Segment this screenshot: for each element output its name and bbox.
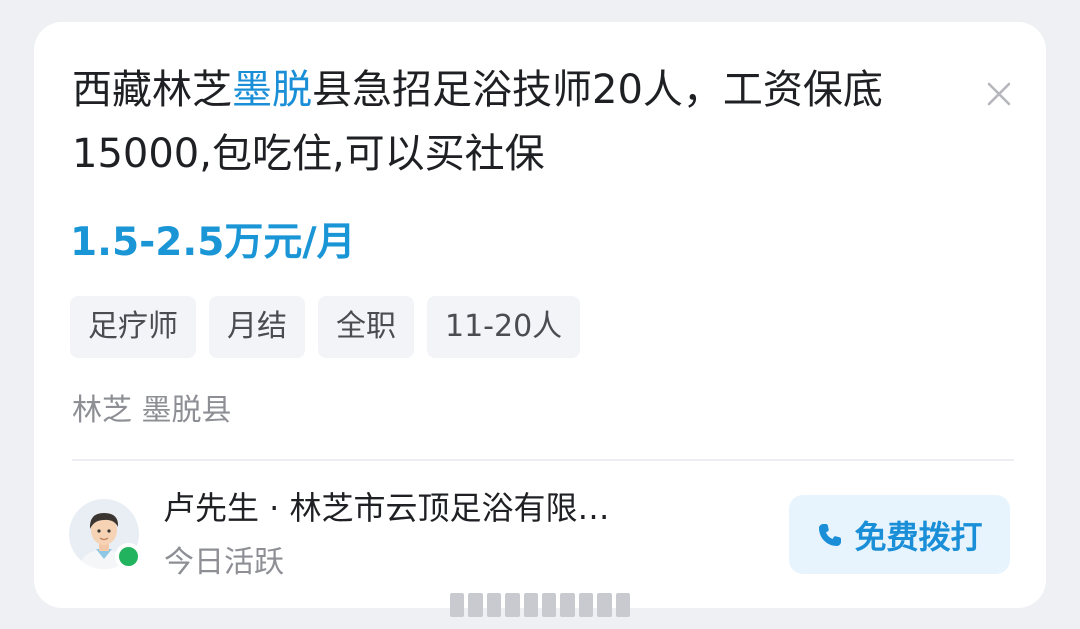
- scroll-indicator: [450, 593, 631, 617]
- free-call-label: 免费拨打: [854, 517, 983, 556]
- divider: [72, 459, 1014, 461]
- phone-icon: [819, 523, 842, 546]
- close-icon[interactable]: [984, 79, 1014, 109]
- free-call-button[interactable]: 免费拨打: [789, 495, 1010, 574]
- tag-headcount: 11-20人: [427, 296, 581, 358]
- job-title: 西藏林芝墨脱县急招足浴技师20人，工资保底15000,包吃住,可以买社保: [72, 58, 952, 186]
- recruiter-contact[interactable]: 卢先生 · 林芝市云顶足浴有限…: [163, 483, 763, 533]
- tag-payment: 月结: [209, 296, 305, 358]
- job-tags: 足疗师 月结 全职 11-20人: [70, 296, 581, 358]
- online-status-dot: [115, 543, 142, 570]
- tag-employment-type: 全职: [318, 296, 414, 358]
- job-location: 林芝 墨脱县: [72, 393, 232, 428]
- recruiter-activity-status: 今日活跃: [164, 545, 284, 580]
- job-title-prefix: 西藏林芝: [72, 67, 232, 113]
- job-title-highlight: 墨脱: [232, 67, 312, 113]
- salary-range: 1.5-2.5万元/月: [70, 220, 356, 265]
- tag-position: 足疗师: [70, 296, 196, 358]
